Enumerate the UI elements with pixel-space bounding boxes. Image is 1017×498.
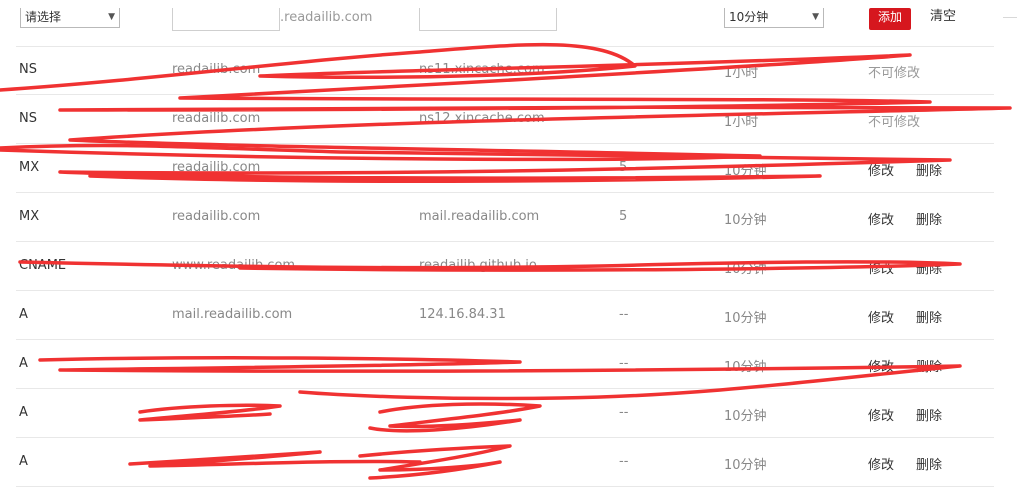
record-type: A	[19, 307, 28, 322]
record-ttl: 10分钟	[724, 360, 767, 375]
table-row: CNAME www.readailib.com readailib.github…	[16, 242, 994, 291]
divider	[1003, 17, 1017, 18]
record-value: ns12.xincache.com	[419, 111, 545, 126]
chevron-down-icon: ▼	[812, 12, 819, 22]
delete-link[interactable]: 删除	[916, 454, 942, 473]
record-host: www.readailib.com	[172, 258, 296, 273]
delete-link[interactable]: 删除	[916, 307, 942, 326]
delete-link[interactable]: 删除	[916, 405, 942, 424]
host-input[interactable]	[172, 8, 280, 31]
record-priority: --	[619, 454, 629, 469]
record-ttl: 10分钟	[724, 409, 767, 424]
not-editable-label: 不可修改	[868, 115, 921, 130]
record-type: A	[19, 405, 28, 420]
record-priority: --	[619, 356, 629, 371]
record-ttl: 10分钟	[724, 311, 767, 326]
value-input[interactable]	[419, 8, 557, 31]
record-ttl: 10分钟	[724, 164, 767, 179]
not-editable-label: 不可修改	[868, 66, 921, 81]
edit-link[interactable]: 修改	[868, 307, 894, 326]
table-row: MX readailib.com 5 10分钟 修改 删除	[16, 144, 994, 193]
records-table: NS readailib.com ns11.xincache.com 1小时 不…	[16, 46, 994, 487]
record-ttl: 1小时	[724, 115, 759, 130]
record-type: CNAME	[19, 258, 67, 273]
record-type-select[interactable]: 请选择 ▼	[20, 8, 120, 28]
record-host: readailib.com	[172, 111, 261, 126]
table-row: NS readailib.com ns12.xincache.com 1小时 不…	[16, 95, 994, 144]
record-priority: --	[619, 307, 629, 322]
record-type: NS	[19, 111, 37, 126]
record-type: A	[19, 454, 28, 469]
dns-records-page: 请选择 ▼ .readailib.com 10分钟 ▼ 添加 清空 NS rea…	[0, 0, 1017, 498]
add-button[interactable]: 添加	[869, 8, 911, 30]
record-ttl: 10分钟	[724, 213, 767, 228]
chevron-down-icon: ▼	[108, 12, 115, 22]
table-row: MX readailib.com mail.readailib.com 5 10…	[16, 193, 994, 242]
edit-link[interactable]: 修改	[868, 356, 894, 375]
edit-link[interactable]: 修改	[868, 454, 894, 473]
delete-link[interactable]: 删除	[916, 258, 942, 277]
delete-link[interactable]: 删除	[916, 160, 942, 179]
table-row: A -- 10分钟 修改 删除	[16, 389, 994, 438]
ttl-select-value: 10分钟	[729, 10, 769, 24]
table-row: NS readailib.com ns11.xincache.com 1小时 不…	[16, 46, 994, 95]
record-priority: --	[619, 405, 629, 420]
record-host: readailib.com	[172, 160, 261, 175]
edit-link[interactable]: 修改	[868, 160, 894, 179]
table-row: A -- 10分钟 修改 删除	[16, 340, 994, 389]
delete-link[interactable]: 删除	[916, 209, 942, 228]
record-host: readailib.com	[172, 62, 261, 77]
record-type: MX	[19, 209, 40, 224]
record-priority: 5	[619, 160, 628, 175]
edit-link[interactable]: 修改	[868, 258, 894, 277]
delete-link[interactable]: 删除	[916, 356, 942, 375]
host-suffix-label: .readailib.com	[280, 10, 373, 25]
record-ttl: 1小时	[724, 66, 759, 81]
table-row: A mail.readailib.com 124.16.84.31 -- 10分…	[16, 291, 994, 340]
ttl-select[interactable]: 10分钟 ▼	[724, 8, 824, 28]
record-type-select-value: 请选择	[25, 10, 62, 24]
record-ttl: 10分钟	[724, 458, 767, 473]
record-type: A	[19, 356, 28, 371]
record-host: mail.readailib.com	[172, 307, 293, 322]
clear-button[interactable]: 清空	[930, 8, 956, 26]
edit-link[interactable]: 修改	[868, 405, 894, 424]
record-value: mail.readailib.com	[419, 209, 540, 224]
edit-link[interactable]: 修改	[868, 209, 894, 228]
record-value: readailib.github.io	[419, 258, 537, 273]
add-record-form: 请选择 ▼ .readailib.com 10分钟 ▼ 添加 清空	[16, 0, 994, 47]
record-value: ns11.xincache.com	[419, 62, 545, 77]
record-type: MX	[19, 160, 40, 175]
table-row: A -- 10分钟 修改 删除	[16, 438, 994, 487]
record-host: readailib.com	[172, 209, 261, 224]
record-ttl: 10分钟	[724, 262, 767, 277]
record-type: NS	[19, 62, 37, 77]
record-priority: 5	[619, 209, 628, 224]
record-value: 124.16.84.31	[419, 307, 506, 322]
